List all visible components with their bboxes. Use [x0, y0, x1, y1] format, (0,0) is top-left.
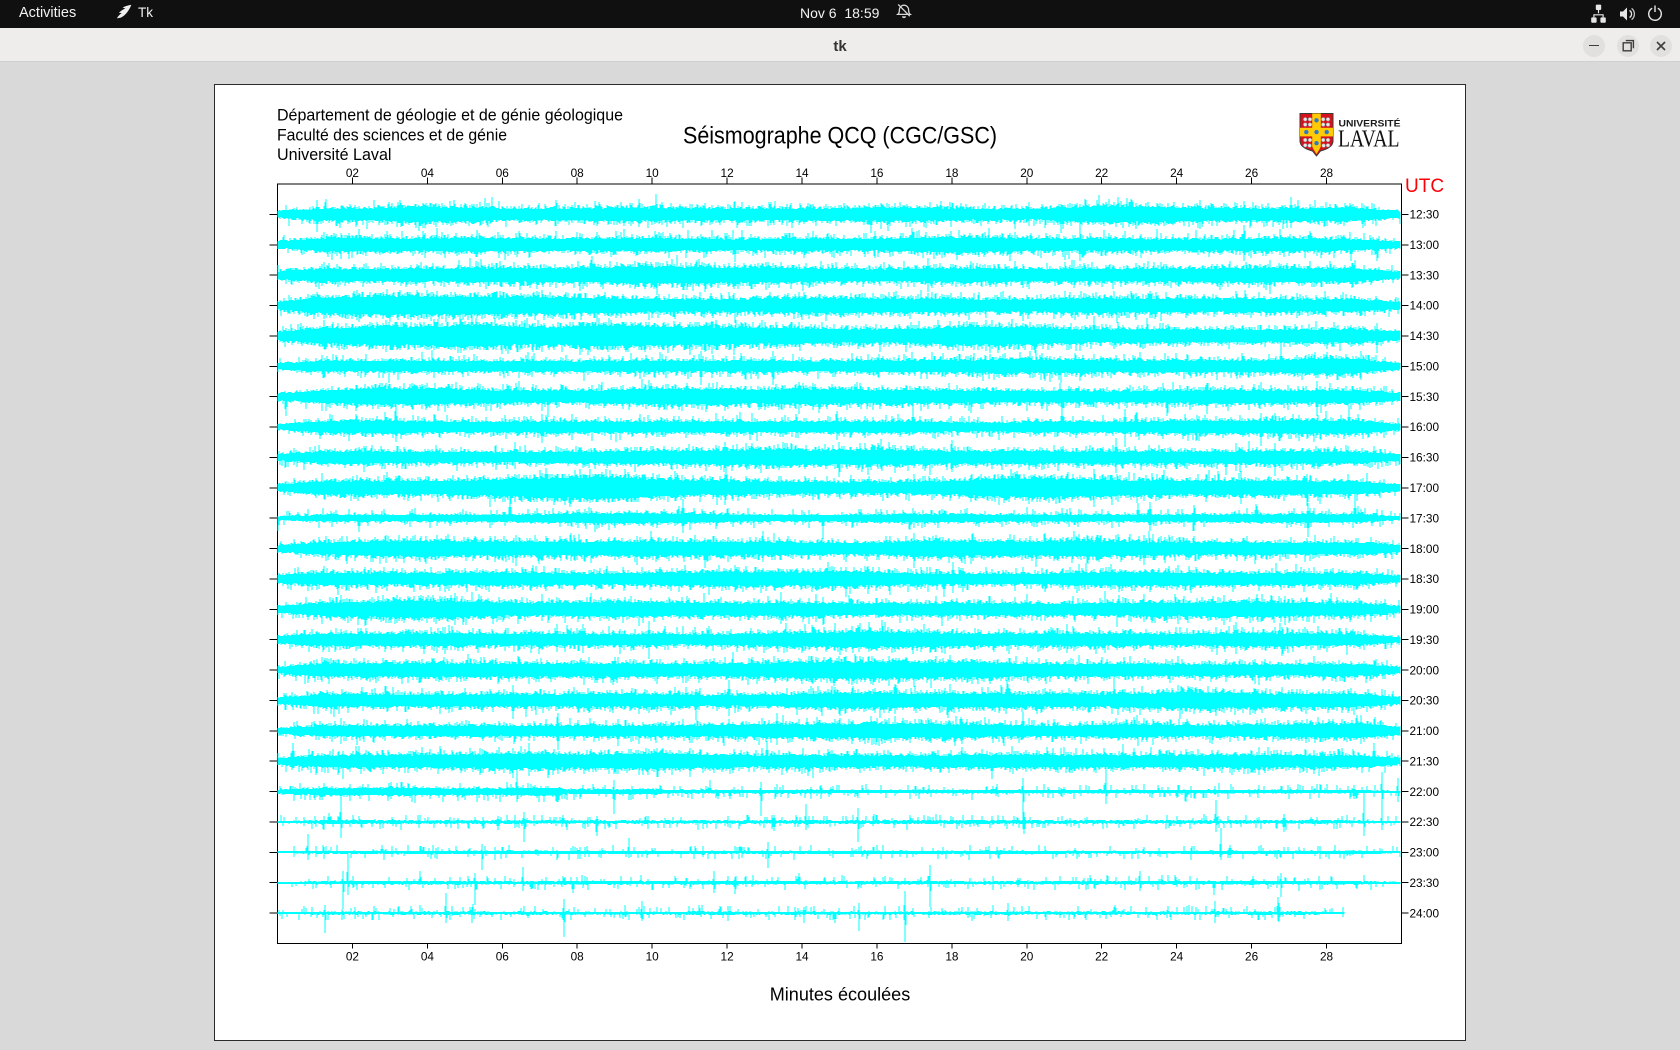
svg-text:24:00: 24:00 [1410, 906, 1440, 920]
svg-text:15:00: 15:00 [1410, 360, 1440, 374]
svg-text:21:30: 21:30 [1410, 754, 1440, 768]
svg-text:18: 18 [945, 166, 959, 180]
svg-text:04: 04 [421, 950, 435, 964]
svg-text:16: 16 [870, 166, 884, 180]
svg-text:19:00: 19:00 [1410, 603, 1440, 617]
svg-text:UTC: UTC [1405, 176, 1444, 197]
svg-text:14: 14 [795, 166, 809, 180]
svg-text:22: 22 [1095, 950, 1108, 964]
svg-text:14: 14 [795, 950, 809, 964]
svg-text:04: 04 [421, 166, 435, 180]
svg-text:08: 08 [571, 950, 585, 964]
svg-text:20: 20 [1020, 950, 1034, 964]
svg-text:13:00: 13:00 [1410, 238, 1440, 252]
svg-text:Séismographe QCQ (CGC/GSC): Séismographe QCQ (CGC/GSC) [683, 122, 997, 149]
svg-text:28: 28 [1320, 166, 1334, 180]
svg-text:19:30: 19:30 [1410, 633, 1440, 647]
svg-text:22:30: 22:30 [1410, 815, 1440, 829]
svg-text:14:30: 14:30 [1410, 329, 1440, 343]
svg-text:17:00: 17:00 [1410, 481, 1440, 495]
svg-text:16:30: 16:30 [1410, 451, 1440, 465]
svg-text:15:30: 15:30 [1410, 390, 1440, 404]
svg-text:13:30: 13:30 [1410, 268, 1440, 282]
svg-text:23:30: 23:30 [1410, 876, 1440, 890]
svg-text:24: 24 [1170, 950, 1184, 964]
svg-text:21:00: 21:00 [1410, 724, 1440, 738]
svg-text:Université Laval: Université Laval [277, 146, 392, 164]
svg-text:Département de géologie et de: Département de géologie et de génie géol… [277, 107, 623, 125]
svg-text:28: 28 [1320, 950, 1334, 964]
svg-text:14:00: 14:00 [1410, 299, 1440, 313]
svg-text:16: 16 [870, 950, 884, 964]
svg-text:20:00: 20:00 [1410, 663, 1440, 677]
svg-text:10: 10 [646, 950, 660, 964]
svg-text:Faculté des sciences et de gén: Faculté des sciences et de génie [277, 126, 507, 144]
svg-text:22:00: 22:00 [1410, 785, 1440, 799]
svg-text:20: 20 [1020, 166, 1034, 180]
svg-text:LAVAL: LAVAL [1338, 126, 1400, 153]
svg-text:06: 06 [496, 166, 510, 180]
svg-text:18: 18 [945, 950, 959, 964]
svg-text:16:00: 16:00 [1410, 420, 1440, 434]
svg-text:02: 02 [346, 166, 359, 180]
svg-text:12: 12 [721, 950, 734, 964]
svg-text:12: 12 [721, 166, 734, 180]
svg-text:Minutes écoulées: Minutes écoulées [770, 984, 911, 1005]
svg-text:10: 10 [646, 166, 660, 180]
svg-text:26: 26 [1245, 950, 1259, 964]
svg-text:08: 08 [571, 166, 585, 180]
svg-text:26: 26 [1245, 166, 1259, 180]
svg-text:02: 02 [346, 950, 359, 964]
svg-text:24: 24 [1170, 166, 1184, 180]
svg-text:20:30: 20:30 [1410, 694, 1440, 708]
svg-text:23:00: 23:00 [1410, 846, 1440, 860]
svg-text:06: 06 [496, 950, 510, 964]
svg-text:18:00: 18:00 [1410, 542, 1440, 556]
svg-text:18:30: 18:30 [1410, 572, 1440, 586]
svg-text:12:30: 12:30 [1410, 208, 1440, 222]
svg-text:22: 22 [1095, 166, 1108, 180]
svg-text:17:30: 17:30 [1410, 511, 1440, 525]
